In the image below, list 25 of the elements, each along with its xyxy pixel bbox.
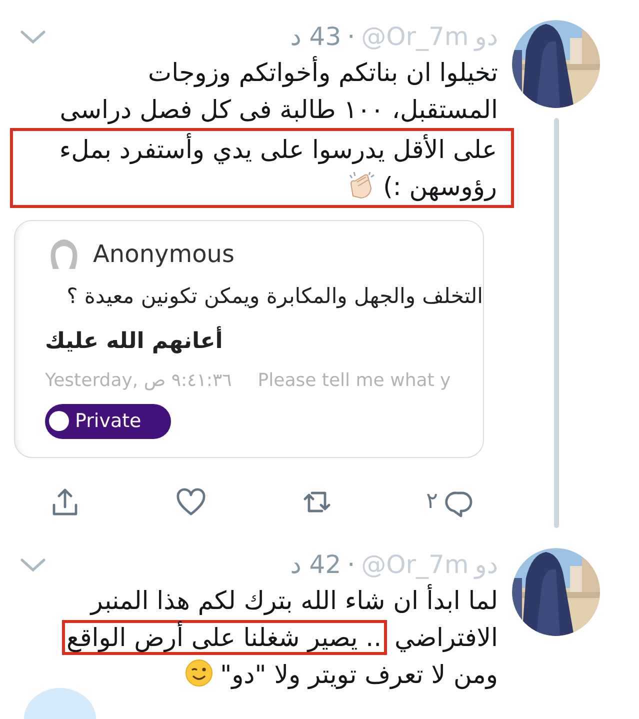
private-badge: Private xyxy=(45,404,172,438)
tweet-text: على الأقل يدرسوا على يدي وأستفرد بملء xyxy=(59,135,497,164)
tweet-text: رؤوسهن :) xyxy=(383,172,497,201)
winking-face-icon xyxy=(184,658,214,688)
separator-dot: · xyxy=(347,21,356,53)
tweet-text: المستقبل، ١٠٠ طالبة فى كل فصل دراسى xyxy=(60,95,498,124)
tweet-text: لما ابدأ ان شاء الله بترك لكم هذا المنبر xyxy=(90,586,498,614)
author-name: دو xyxy=(474,21,498,54)
highlighted-text: .. يصير شغلنا على أرض الواقع xyxy=(62,620,387,654)
question-text: التخلف والجهل والمكابرة ويمكن تكونين معيدة ؟ xyxy=(66,283,483,310)
tweet-text: ومن لا تعرف تويتر ولا "دو" xyxy=(220,660,498,688)
answer-text: أعانهم الله عليك xyxy=(45,319,483,365)
timestamp: Yesterday, ٩:٤١:٣٦ ص xyxy=(45,369,232,393)
reply-button[interactable]: ٢ xyxy=(426,476,476,528)
question-note: Please tell me what y xyxy=(258,369,451,393)
separator-dot: · xyxy=(347,548,356,580)
author-handle: @Or_7m xyxy=(361,21,469,53)
tweet-text: تخيلوا ان بناتكم وأخواتكم وزوجات xyxy=(148,58,498,87)
tweet-text: الافتراضي xyxy=(394,622,498,652)
author-name: Anonymous xyxy=(93,239,235,270)
tweet-time: 43 د xyxy=(290,21,342,53)
author-name: دو xyxy=(474,548,498,582)
tweet-time: 42 د xyxy=(290,548,342,580)
author-handle: @Or_7m xyxy=(361,548,469,581)
reply-count: ٢ xyxy=(426,488,438,516)
